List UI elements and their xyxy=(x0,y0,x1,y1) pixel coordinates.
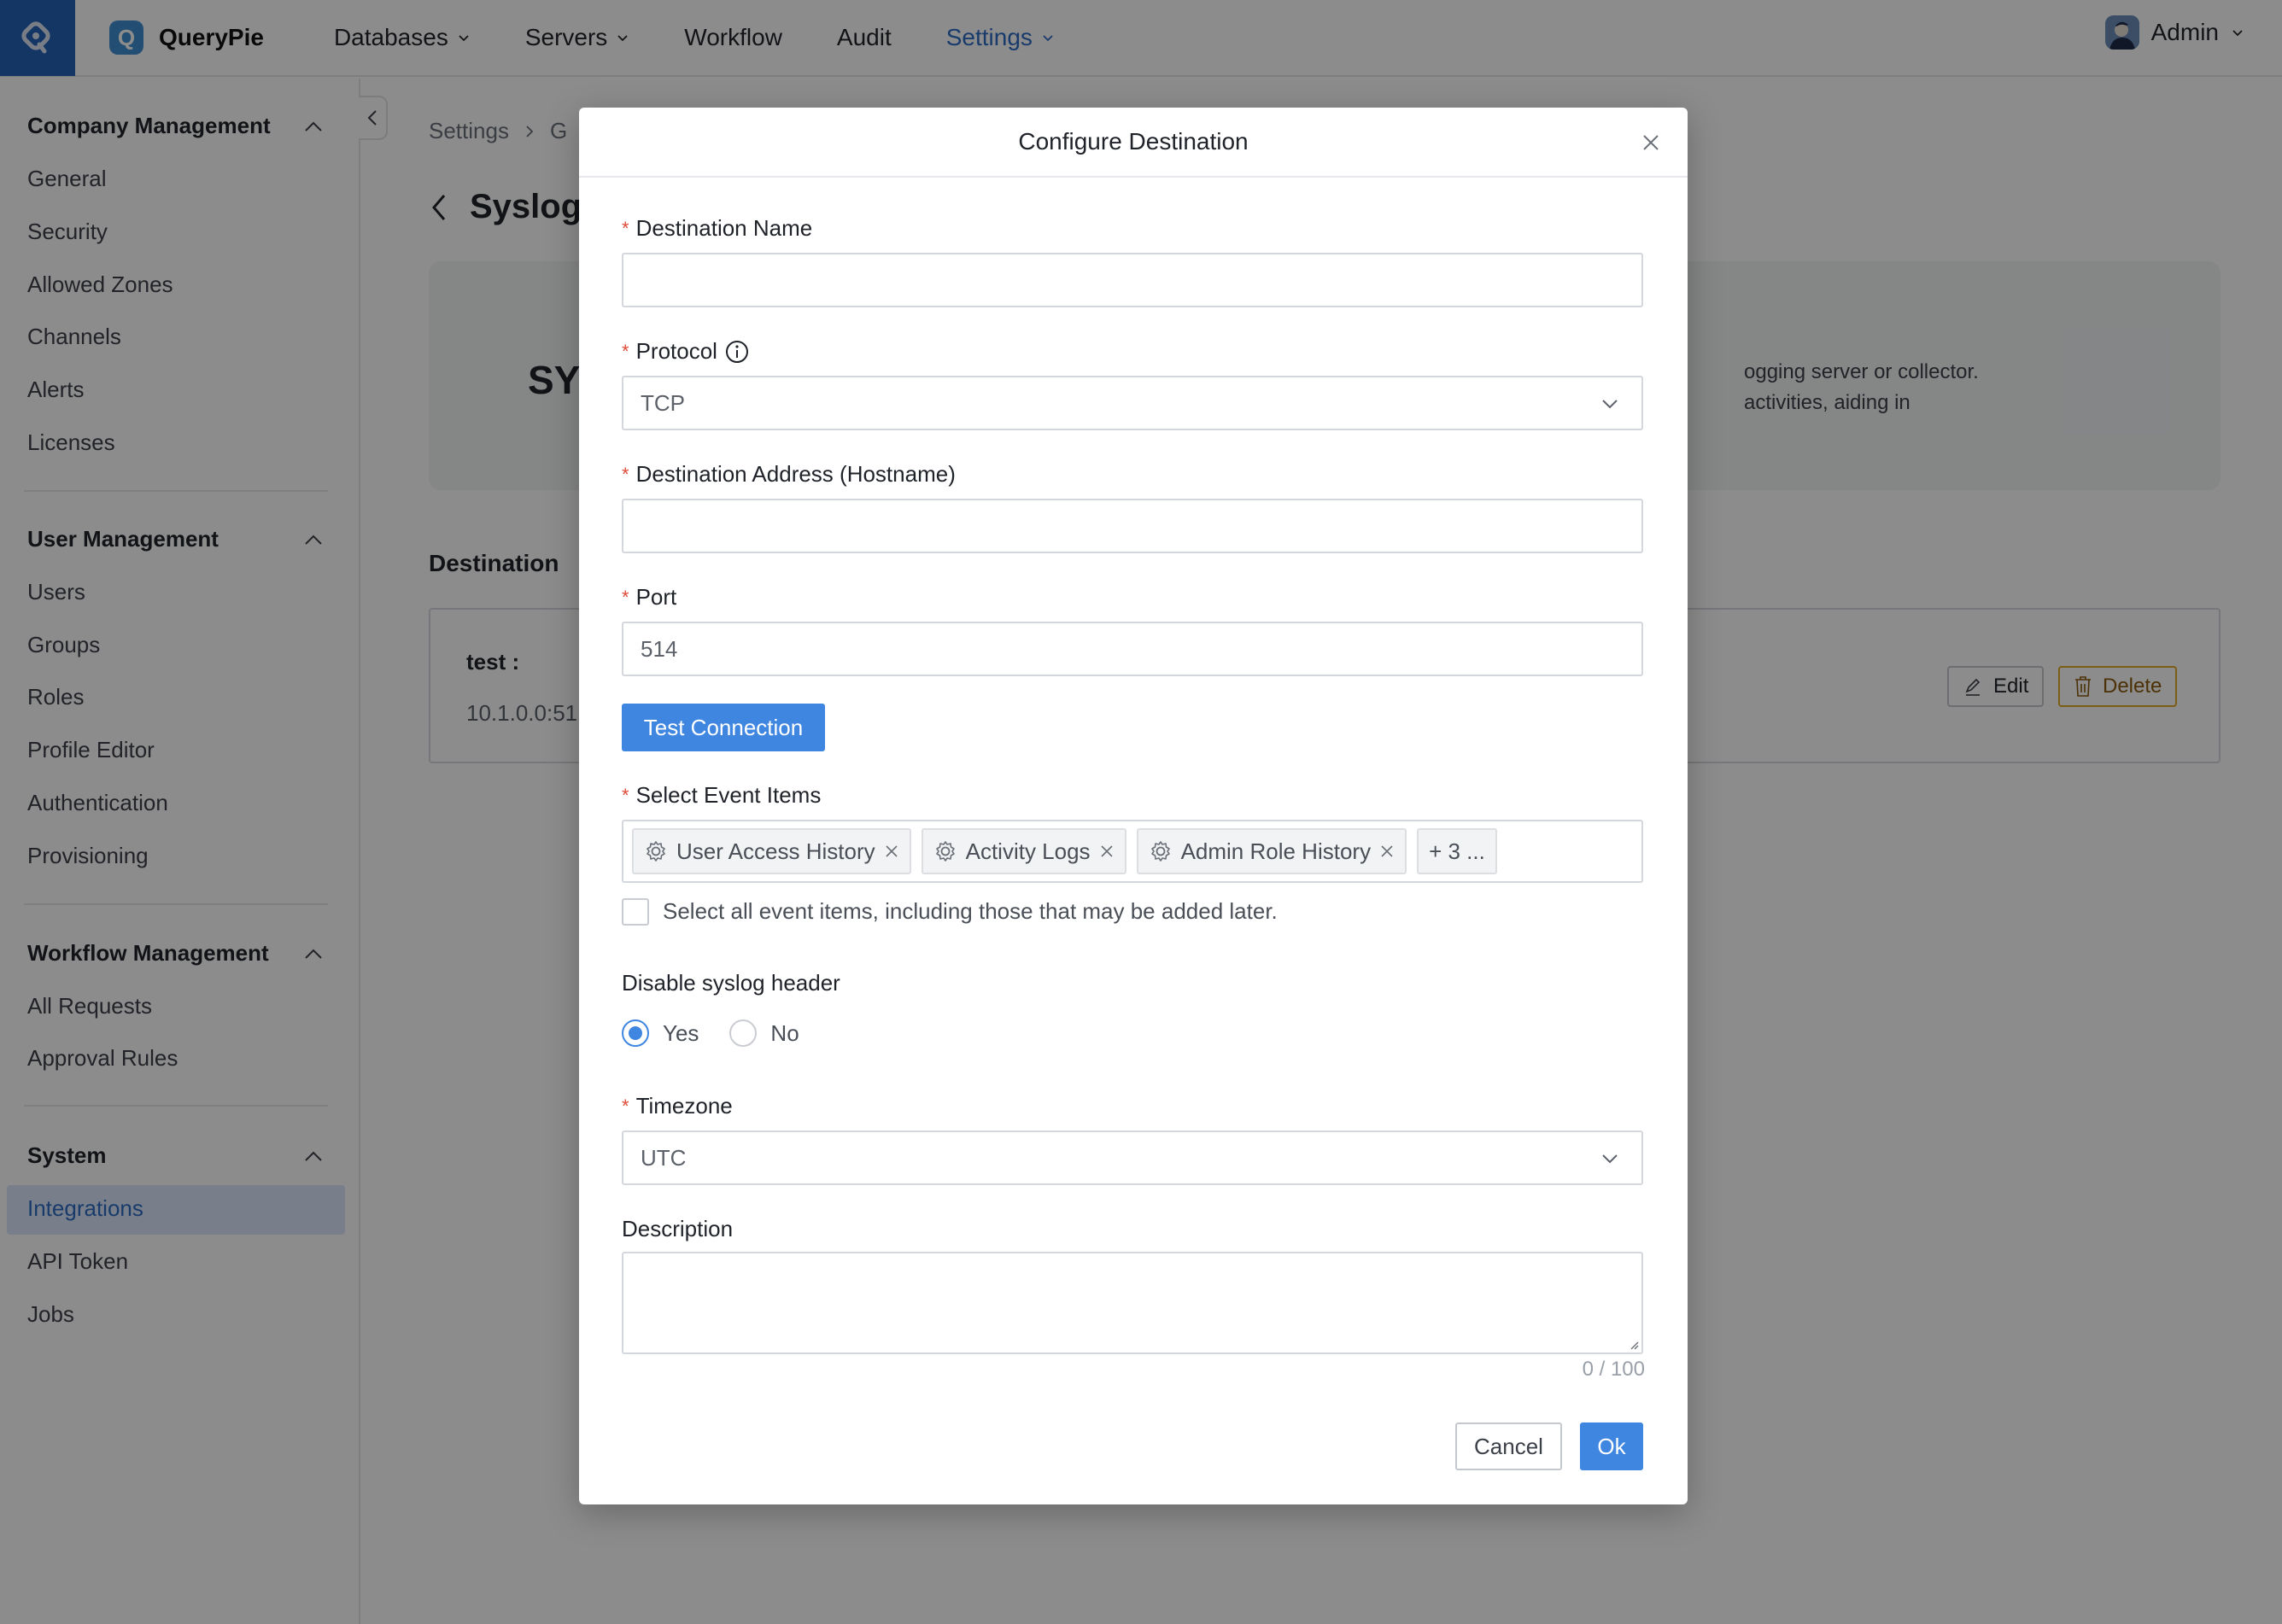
select-all-events-label[interactable]: Select all event items, including those … xyxy=(663,898,1278,925)
label-text: Select Event Items xyxy=(635,782,822,808)
port-label: * Port xyxy=(622,584,676,610)
radio-yes-label[interactable]: Yes xyxy=(663,1020,699,1047)
more-tags-indicator[interactable]: + 3 ... xyxy=(1417,828,1497,874)
close-icon xyxy=(1100,845,1113,857)
description-label: Description xyxy=(622,1216,733,1242)
select-all-events-checkbox[interactable] xyxy=(622,898,649,926)
label-text: Timezone xyxy=(635,1093,733,1119)
required-mark: * xyxy=(622,217,629,239)
event-items-label: * Select Event Items xyxy=(622,782,821,809)
gear-icon xyxy=(1150,841,1170,862)
close-icon xyxy=(886,845,898,857)
close-icon xyxy=(1381,845,1393,857)
label-text: Protocol xyxy=(635,338,717,364)
label-text: Destination Address (Hostname) xyxy=(635,461,956,487)
remove-tag-button[interactable] xyxy=(884,844,899,859)
configure-destination-dialog: Configure Destination * Destination Name… xyxy=(579,108,1688,1504)
required-mark: * xyxy=(622,1095,629,1117)
remove-tag-button[interactable] xyxy=(1379,844,1395,859)
chevron-down-icon xyxy=(1602,1154,1618,1164)
resize-handle-icon[interactable] xyxy=(1628,1339,1640,1351)
label-text: Port xyxy=(635,584,677,610)
remove-tag-button[interactable] xyxy=(1099,844,1115,859)
timezone-value: UTC xyxy=(641,1144,687,1171)
test-connection-button[interactable]: Test Connection xyxy=(622,704,825,751)
radio-no[interactable] xyxy=(729,1019,758,1047)
label-text: Description xyxy=(622,1216,734,1241)
protocol-label: * Protocol xyxy=(622,338,750,365)
destination-name-label: * Destination Name xyxy=(622,215,812,242)
event-tag: Admin Role History xyxy=(1136,828,1407,874)
dialog-header: Configure Destination xyxy=(579,108,1688,178)
radio-no-label[interactable]: No xyxy=(770,1020,799,1047)
destination-address-input[interactable] xyxy=(622,499,1643,553)
required-mark: * xyxy=(622,463,629,485)
port-input[interactable]: 514 xyxy=(622,622,1643,676)
description-char-counter: 0 / 100 xyxy=(1582,1358,1645,1381)
destination-name-input[interactable] xyxy=(622,253,1643,307)
event-tag: User Access History xyxy=(632,828,911,874)
close-button[interactable] xyxy=(1638,130,1664,155)
dialog-title: Configure Destination xyxy=(1018,128,1249,155)
destination-address-label: * Destination Address (Hostname) xyxy=(622,461,956,488)
required-mark: * xyxy=(622,340,629,362)
close-icon xyxy=(1643,135,1659,150)
cancel-button[interactable]: Cancel xyxy=(1455,1422,1562,1470)
protocol-value: TCP xyxy=(641,389,685,416)
radio-yes[interactable] xyxy=(622,1019,649,1047)
protocol-select[interactable]: TCP xyxy=(622,376,1643,430)
syslog-header-label: Disable syslog header xyxy=(622,970,840,996)
event-tag: Activity Logs xyxy=(921,828,1126,874)
required-mark: * xyxy=(622,586,629,608)
timezone-label: * Timezone xyxy=(622,1093,733,1119)
chevron-down-icon xyxy=(1602,400,1618,409)
tag-label: User Access History xyxy=(676,838,875,864)
timezone-select[interactable]: UTC xyxy=(622,1130,1643,1185)
tag-label: Admin Role History xyxy=(1180,838,1372,864)
syslog-header-radio-group: Yes No xyxy=(622,1019,799,1047)
gear-icon xyxy=(647,841,665,862)
gear-icon xyxy=(935,841,955,862)
info-icon[interactable] xyxy=(724,339,750,365)
label-text: Disable syslog header xyxy=(622,970,840,996)
event-items-multiselect[interactable]: User Access History Activity Logs Admin … xyxy=(622,820,1643,883)
tag-label: Activity Logs xyxy=(965,838,1091,864)
description-textarea[interactable] xyxy=(622,1252,1643,1354)
ok-button[interactable]: Ok xyxy=(1580,1422,1643,1470)
label-text: Destination Name xyxy=(635,215,813,241)
required-mark: * xyxy=(622,784,629,806)
